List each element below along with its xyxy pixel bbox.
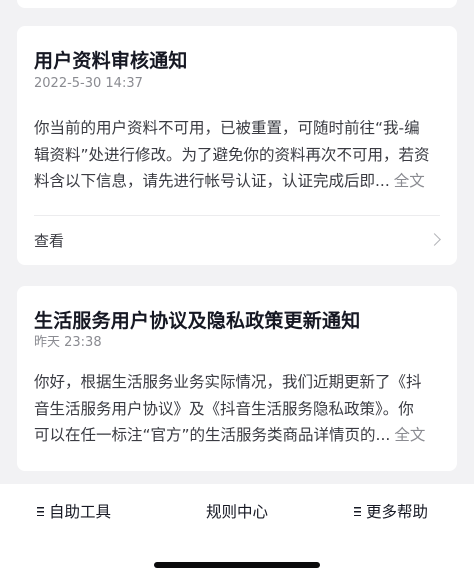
notice-time: 昨天 23:38	[34, 335, 102, 350]
more-help-button[interactable]: 更多帮助	[354, 500, 428, 522]
view-details-button[interactable]: 查看	[17, 216, 457, 265]
notice-body: 你当前的用户资料不可用，已被重置，可随时前往“我-编 辑资料”处进行修改。为了避…	[34, 115, 443, 195]
full-text-link[interactable]: 全文	[394, 172, 425, 190]
notice-body-line-last: 可以在任一标注“官方”的生活服务类商品详情页的... 全文	[34, 422, 443, 449]
notice-card: 生活服务用户协议及隐私政策更新通知 昨天 23:38 你好，根据生活服务业务实际…	[17, 286, 457, 471]
home-indicator[interactable]	[154, 562, 320, 568]
notice-body-line-last: 料含以下信息，请先进行帐号认证，认证完成后即... 全文	[34, 168, 443, 195]
notice-body-line: 你当前的用户资料不可用，已被重置，可随时前往“我-编	[34, 119, 420, 137]
previous-notice-card	[17, 0, 457, 8]
notice-body-line-text: 料含以下信息，请先进行帐号认证，认证完成后即...	[34, 172, 390, 190]
notice-time: 2022-5-30 14:37	[34, 76, 143, 91]
notice-body-line: 你好，根据生活服务业务实际情况，我们近期更新了《抖	[34, 373, 422, 391]
bottom-item-label: 更多帮助	[366, 503, 429, 521]
notice-body-line: 辑资料”处进行修改。为了避免你的资料再次不可用，若资	[34, 145, 430, 164]
view-label: 查看	[34, 232, 65, 250]
bottom-item-label: 规则中心	[206, 503, 269, 521]
rules-center-button[interactable]: 规则中心	[206, 500, 268, 522]
menu-icon	[37, 507, 44, 516]
notice-title: 生活服务用户协议及隐私政策更新通知	[34, 310, 361, 332]
notice-body-line: 音生活服务用户协议》及《抖音生活服务隐私政策》。你	[34, 399, 414, 418]
bottom-bar: 自助工具 规则中心 更多帮助	[0, 484, 474, 577]
bottom-item-label: 自助工具	[49, 503, 112, 521]
notice-body: 你好，根据生活服务业务实际情况，我们近期更新了《抖 音生活服务用户协议》及《抖音…	[34, 369, 443, 449]
self-service-tools-button[interactable]: 自助工具	[37, 500, 111, 522]
notice-title: 用户资料审核通知	[34, 50, 188, 72]
menu-icon	[354, 507, 361, 516]
notice-body-line-text: 可以在任一标注“官方”的生活服务类商品详情页的...	[34, 426, 391, 444]
full-text-link[interactable]: 全文	[394, 426, 425, 444]
notice-card: 用户资料审核通知 2022-5-30 14:37 你当前的用户资料不可用，已被重…	[17, 26, 457, 265]
chevron-right-icon	[428, 233, 441, 246]
